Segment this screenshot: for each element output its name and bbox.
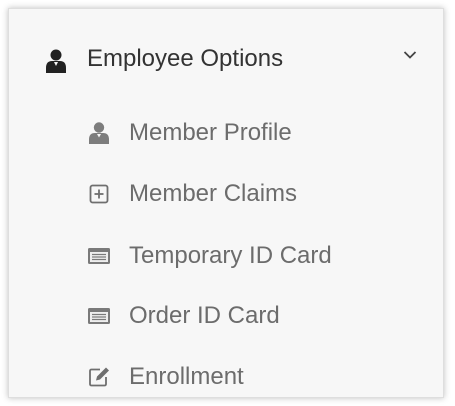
id-card-icon bbox=[87, 305, 111, 327]
menu-item-member-profile[interactable]: Member Profile bbox=[83, 111, 413, 155]
edit-icon bbox=[87, 366, 111, 388]
employee-options-panel: Employee Options Member Profile Member C… bbox=[8, 8, 444, 398]
user-icon bbox=[87, 122, 111, 144]
menu-item-temporary-id-card[interactable]: Temporary ID Card bbox=[83, 234, 413, 278]
chevron-down-icon[interactable] bbox=[403, 47, 417, 59]
menu-item-label: Enrollment bbox=[129, 363, 244, 390]
id-card-icon bbox=[87, 245, 111, 267]
employee-options-header[interactable]: Employee Options bbox=[9, 9, 443, 105]
menu-item-order-id-card[interactable]: Order ID Card bbox=[83, 294, 413, 338]
menu-item-member-claims[interactable]: Member Claims bbox=[83, 172, 413, 216]
plus-square-icon bbox=[87, 183, 111, 205]
menu-item-label: Order ID Card bbox=[129, 302, 280, 329]
user-icon bbox=[46, 49, 66, 73]
menu-item-label: Member Claims bbox=[129, 180, 298, 207]
employee-options-title: Employee Options bbox=[87, 45, 284, 72]
menu-item-label: Temporary ID Card bbox=[129, 242, 332, 269]
menu-item-enrollment[interactable]: Enrollment bbox=[83, 355, 413, 399]
menu-item-label: Member Profile bbox=[129, 119, 292, 146]
